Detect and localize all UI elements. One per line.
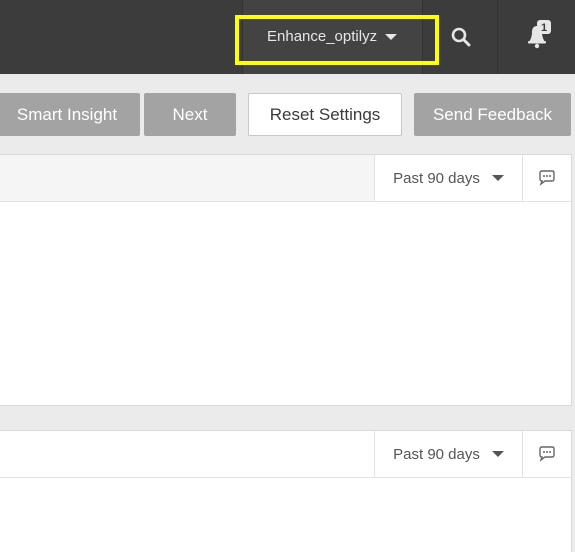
next-button[interactable]: Next xyxy=(144,93,236,136)
comment-button[interactable] xyxy=(522,431,571,477)
comment-button[interactable] xyxy=(522,155,571,201)
period-dropdown[interactable]: Past 90 days xyxy=(374,155,522,201)
chevron-down-icon xyxy=(491,451,504,457)
smart-insight-button[interactable]: Smart Insight xyxy=(0,93,140,136)
report-panel: Past 90 days xyxy=(0,430,572,552)
period-dropdown[interactable]: Past 90 days xyxy=(374,431,522,477)
bell-icon: 1 xyxy=(528,20,551,49)
notification-count: 1 xyxy=(541,22,547,34)
panel-header: Past 90 days xyxy=(0,155,571,202)
search-icon xyxy=(451,27,471,47)
send-feedback-button[interactable]: Send Feedback xyxy=(414,93,571,136)
highlight-box xyxy=(235,15,439,65)
comment-icon xyxy=(539,170,555,186)
report-panel: Past 90 days xyxy=(0,154,572,406)
next-label: Next xyxy=(172,104,208,124)
comment-icon xyxy=(539,446,555,462)
reset-settings-label: Reset Settings xyxy=(269,104,381,124)
panel-header: Past 90 days xyxy=(0,431,571,478)
chevron-down-icon xyxy=(491,175,504,181)
period-label: Past 90 days xyxy=(393,445,480,463)
reset-settings-button[interactable]: Reset Settings xyxy=(248,93,402,136)
smart-insight-label: Smart Insight xyxy=(16,104,118,124)
notifications-button[interactable]: 1 xyxy=(497,0,575,74)
send-feedback-label: Send Feedback xyxy=(432,104,553,124)
period-label: Past 90 days xyxy=(393,169,480,187)
